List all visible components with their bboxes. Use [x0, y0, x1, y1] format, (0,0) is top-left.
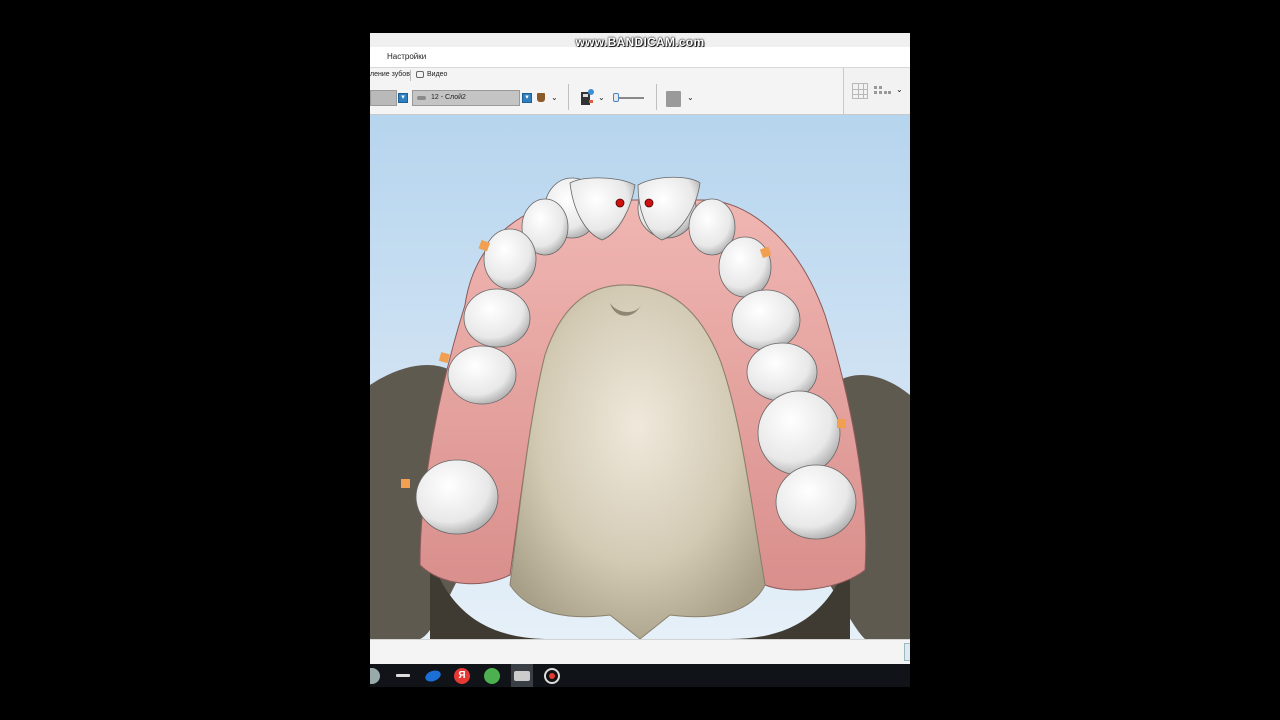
orange-marker — [438, 352, 450, 364]
tooth — [775, 464, 857, 540]
dental-model — [370, 176, 910, 639]
chevron-down-icon[interactable]: ⌄ — [598, 93, 605, 102]
chevron-down-icon[interactable]: ⌄ — [687, 93, 694, 102]
ribbon-toolbar: ление зубов Видео ▾ 12 - Слой2 ▾ ⌄ ⌄ ⌄ ⌄ — [370, 68, 910, 115]
app-icon[interactable] — [370, 668, 380, 684]
red-marker — [615, 198, 625, 208]
status-corner-button[interactable] — [904, 643, 910, 661]
tooth-dropdown-button[interactable]: ▾ — [398, 93, 408, 103]
layer-select[interactable]: 12 - Слой2 — [412, 90, 520, 106]
chevron-down-icon[interactable]: ⌄ — [896, 85, 903, 94]
tooth — [718, 236, 772, 298]
layer-dropdown-button[interactable]: ▾ — [522, 93, 532, 103]
tooth — [447, 345, 517, 405]
application-window: www.BANDICAM.com Настройки ление зубов В… — [370, 33, 910, 687]
record-dot — [549, 673, 555, 679]
tooth — [483, 228, 537, 290]
tooth — [757, 390, 841, 476]
bandicam-watermark: www.BANDICAM.com — [575, 35, 705, 49]
view-options-panel: ⌄ — [843, 68, 910, 114]
yandex-letter: Я — [458, 670, 466, 681]
tooth — [463, 288, 531, 348]
scan-tool-icon[interactable] — [580, 89, 594, 106]
browser-icon[interactable] — [423, 668, 443, 684]
menu-settings[interactable]: Настройки — [387, 52, 426, 61]
yandex-icon[interactable]: Я — [454, 668, 470, 684]
material-icon[interactable] — [537, 93, 545, 102]
menu-bar: Настройки — [370, 47, 910, 68]
layout-dots-icon[interactable] — [873, 85, 893, 95]
toolbar-separator — [656, 84, 657, 110]
dash-icon[interactable] — [396, 674, 410, 677]
toolbar-separator — [568, 84, 569, 110]
tab-teeth[interactable]: ление зубов — [370, 71, 410, 78]
orange-marker — [401, 479, 410, 488]
red-marker — [644, 198, 654, 208]
shape-tool-icon[interactable] — [666, 91, 681, 107]
video-icon — [416, 71, 424, 78]
taskbar: Я — [370, 664, 910, 687]
slider-handle[interactable] — [613, 93, 619, 102]
tooth — [731, 289, 801, 351]
record-icon[interactable] — [544, 668, 560, 684]
tooth-select[interactable] — [370, 90, 397, 106]
grid-icon[interactable] — [852, 83, 868, 99]
tab-video[interactable]: Видео — [427, 71, 447, 78]
tab-separator — [410, 70, 411, 81]
layer-select-value: 12 - Слой2 — [431, 94, 466, 101]
tooth — [415, 459, 499, 535]
chevron-down-icon[interactable]: ⌄ — [551, 93, 558, 102]
layer-swatch-icon — [417, 96, 426, 100]
status-bar — [370, 639, 910, 664]
window-icon[interactable] — [514, 671, 530, 681]
orange-marker — [837, 419, 846, 428]
utorrent-icon[interactable] — [484, 668, 500, 684]
3d-viewport[interactable] — [370, 115, 910, 639]
